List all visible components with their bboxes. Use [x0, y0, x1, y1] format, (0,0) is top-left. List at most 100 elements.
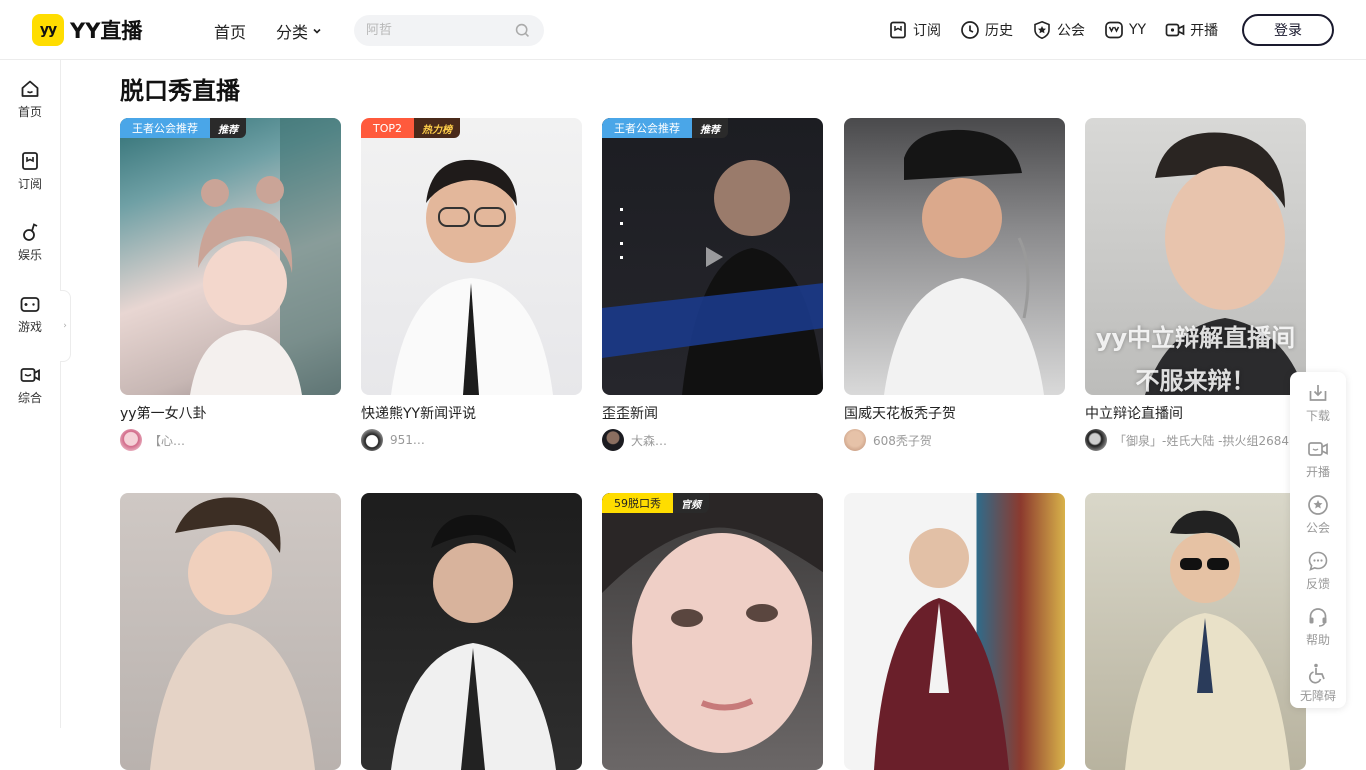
portrait-art [874, 528, 1009, 770]
float-help-button[interactable]: 帮助 [1290, 606, 1346, 656]
stream-title[interactable]: yy第一女八卦 [120, 403, 341, 423]
stream-thumbnail[interactable] [361, 493, 582, 770]
header-history-button[interactable]: 历史 [960, 20, 1013, 40]
login-button[interactable]: 登录 [1242, 14, 1334, 46]
anchor-name: 【心… [149, 433, 186, 448]
stream-title[interactable]: 歪歪新闻 [602, 403, 823, 423]
stream-thumbnail[interactable] [844, 118, 1065, 395]
logo-badge: yy [32, 14, 64, 46]
download-icon [1309, 385, 1327, 401]
rank-tag: TOP2 热力榜 [361, 118, 461, 138]
stream-card[interactable] [1085, 493, 1306, 770]
avatar [361, 429, 383, 451]
sidebar-item-games[interactable]: 游戏 [0, 293, 60, 345]
anchor-info: 「御泉」-姓氏大陆 -拱火组2684 [1085, 429, 1306, 451]
float-download-button[interactable]: 下载 [1290, 382, 1346, 432]
stream-thumbnail[interactable]: 王者公会推荐 推荐 [120, 118, 341, 395]
float-item-label: 下载 [1305, 409, 1330, 423]
stream-thumbnail[interactable] [120, 493, 341, 770]
camera-icon [1308, 442, 1328, 456]
avatar [1085, 429, 1107, 451]
stream-title[interactable]: 中立辩论直播间 [1085, 403, 1306, 423]
bookmark-icon [22, 152, 38, 170]
sidebar-item-home[interactable]: 首页 [0, 78, 60, 130]
official-tag: 59脱口秀 官频 [602, 493, 709, 513]
avatar [120, 429, 142, 451]
anchor-name: 608秃子贺 [873, 433, 932, 448]
gamepad-icon [20, 297, 40, 312]
float-item-label: 无障碍 [1299, 689, 1336, 703]
header-actions: 订阅 历史 公会 YY 开播 [888, 19, 1237, 41]
accessibility-icon [1308, 663, 1325, 684]
music-note-icon [23, 223, 38, 241]
top-header: yy YY直播 首页 分类 订阅 历史 [0, 0, 1366, 60]
header-yy-label: YY [1129, 22, 1147, 38]
anchor-info: 608秃子贺 [844, 429, 1065, 451]
float-accessibility-button[interactable]: 无障碍 [1290, 662, 1346, 712]
nav-category-dropdown[interactable]: 分类 [276, 19, 322, 43]
sidebar-item-label: 游戏 [17, 320, 42, 334]
chevron-down-icon [313, 28, 321, 34]
stream-card[interactable] [120, 493, 341, 770]
recommend-tag: 王者公会推荐 推荐 [120, 118, 246, 138]
sidebar-expand-toggle[interactable]: › [60, 290, 71, 362]
camera-icon [1165, 23, 1185, 37]
site-logo[interactable]: yy YY直播 [32, 14, 142, 46]
stream-card[interactable]: yy中立辩解直播间 不服来辩！ 中立辩论直播间 「御泉」-姓氏大陆 -拱火组26… [1085, 118, 1306, 451]
header-subscribe-label: 订阅 [913, 23, 941, 39]
stream-thumbnail[interactable]: 59脱口秀 官频 [602, 493, 823, 770]
stream-card[interactable] [844, 493, 1065, 770]
bookmark-icon [890, 21, 906, 39]
header-guild-button[interactable]: 公会 [1032, 20, 1085, 40]
recommend-tag: 王者公会推荐 推荐 [602, 118, 728, 138]
portrait-art [150, 497, 315, 770]
stream-card[interactable]: 59脱口秀 官频 [602, 493, 823, 770]
sidebar-item-label: 订阅 [17, 177, 42, 191]
header-golive-label: 开播 [1190, 23, 1219, 39]
stream-card[interactable]: TOP2 热力榜 快递熊YY新闻评说 951… [361, 118, 582, 451]
sidebar-item-entertainment[interactable]: 娱乐 [0, 221, 60, 273]
nav-category-label: 分类 [276, 23, 309, 42]
stream-thumbnail[interactable]: 王者公会推荐 推荐 [602, 118, 823, 395]
header-golive-button[interactable]: 开播 [1165, 20, 1218, 40]
sidebar-item-label: 综合 [17, 391, 42, 405]
stream-title[interactable]: 快递熊YY新闻评说 [361, 403, 582, 423]
stream-thumbnail[interactable]: yy中立辩解直播间 不服来辩！ [1085, 118, 1306, 395]
star-badge-icon [1308, 495, 1328, 515]
header-history-label: 历史 [985, 23, 1013, 39]
sidebar-item-general[interactable]: 综合 [0, 364, 60, 416]
stream-thumbnail[interactable] [844, 493, 1065, 770]
anchor-name: 大森… [631, 433, 668, 448]
left-sidebar: 首页 订阅 娱乐 游戏 综合 [0, 60, 61, 728]
anchor-info: 951… [361, 429, 582, 451]
stream-card[interactable]: 王者公会推荐 推荐 歪歪新闻 大森… [602, 118, 823, 451]
logo-text: YY直播 [70, 19, 143, 43]
stream-title[interactable]: 国威天花板秃子贺 [844, 403, 1065, 423]
search-icon[interactable] [514, 22, 531, 39]
float-feedback-button[interactable]: 反馈 [1290, 550, 1346, 600]
clock-icon [961, 21, 979, 39]
nav-home[interactable]: 首页 [214, 19, 246, 43]
float-guild-button[interactable]: 公会 [1290, 494, 1346, 544]
stream-card[interactable]: 王者公会推荐 推荐 yy第一女八卦 【心… [120, 118, 341, 451]
yy-icon [1105, 21, 1123, 39]
floating-toolbar: 下载 开播 公会 反馈 帮助 无障碍 [1290, 372, 1346, 708]
stream-thumbnail[interactable] [1085, 493, 1306, 770]
search-input[interactable] [366, 15, 506, 46]
stream-thumbnail[interactable]: TOP2 热力榜 [361, 118, 582, 395]
play-icon [706, 247, 723, 267]
portrait-art [190, 118, 341, 395]
portrait-art [1145, 132, 1306, 395]
stream-card[interactable]: 国威天花板秃子贺 608秃子贺 [844, 118, 1065, 451]
sidebar-item-subscribe[interactable]: 订阅 [0, 150, 60, 202]
anchor-info: 大森… [602, 429, 823, 451]
video-camera-icon [20, 368, 40, 382]
portrait-art [391, 514, 556, 770]
sidebar-item-label: 娱乐 [17, 248, 42, 262]
stream-card[interactable] [361, 493, 582, 770]
header-yy-button[interactable]: YY [1104, 20, 1146, 40]
section-title: 脱口秀直播 [120, 77, 240, 105]
header-subscribe-button[interactable]: 订阅 [888, 20, 941, 40]
star-badge-icon [1034, 20, 1050, 40]
float-golive-button[interactable]: 开播 [1290, 438, 1346, 488]
